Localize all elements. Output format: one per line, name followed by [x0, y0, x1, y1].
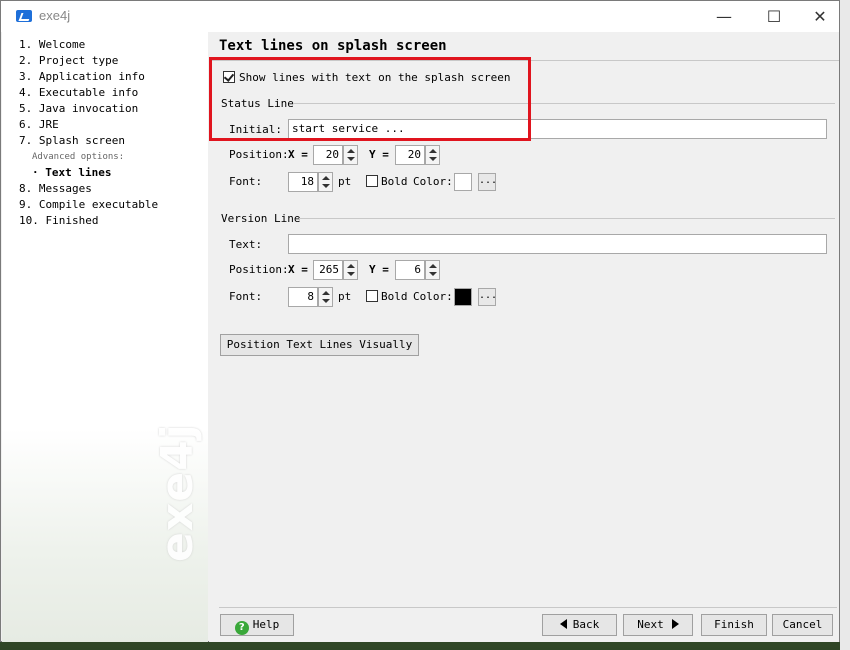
next-label: Next: [637, 618, 664, 631]
help-icon: ?: [234, 621, 249, 635]
finish-button[interactable]: Finish: [701, 614, 767, 636]
step-executable-info[interactable]: 4. Executable info: [19, 86, 138, 99]
version-color-chooser-button[interactable]: ...: [478, 288, 497, 306]
step-project-type[interactable]: 2. Project type: [19, 54, 118, 67]
version-text-input[interactable]: [288, 234, 827, 254]
spinner-arrows-icon[interactable]: [425, 260, 440, 280]
exe4j-window: exe4j — ☐ ✕ 1. Welcome 2. Project type 3…: [0, 0, 840, 642]
back-label: Back: [572, 618, 600, 631]
version-color-label: Color:: [413, 290, 453, 303]
status-bold-label: Bold: [381, 175, 408, 188]
step-splash-screen[interactable]: 7. Splash screen: [19, 134, 125, 147]
wizard-steps-sidebar: 1. Welcome 2. Project type 3. Applicatio…: [2, 32, 208, 642]
version-color-swatch[interactable]: [454, 288, 472, 306]
cancel-button[interactable]: Cancel: [772, 614, 833, 636]
step-java-invocation[interactable]: 5. Java invocation: [19, 102, 138, 115]
version-font-label: Font:: [229, 290, 263, 303]
next-button[interactable]: Next: [623, 614, 693, 636]
highlight-annotation: [209, 57, 531, 141]
version-x-value[interactable]: 265: [313, 260, 343, 280]
version-line-divider: [299, 218, 835, 219]
help-label: Help: [252, 618, 280, 631]
back-button[interactable]: Back: [542, 614, 617, 636]
step-jre[interactable]: 6. JRE: [19, 118, 59, 131]
close-icon[interactable]: ✕: [797, 1, 843, 32]
spinner-arrows-icon[interactable]: [318, 172, 333, 192]
footer-divider: [219, 607, 837, 608]
version-line-group-label: Version Line: [221, 212, 301, 225]
status-font-size-value[interactable]: 18: [288, 172, 318, 192]
version-y-value[interactable]: 6: [395, 260, 425, 280]
spinner-arrows-icon[interactable]: [343, 145, 358, 165]
status-pt-label: pt: [338, 175, 352, 188]
status-position-label: Position:: [229, 148, 289, 161]
step-application-info[interactable]: 3. Application info: [19, 70, 145, 83]
version-bold-checkbox[interactable]: [366, 290, 378, 302]
status-color-swatch[interactable]: [454, 173, 472, 191]
step-finished[interactable]: 10. Finished: [19, 214, 98, 227]
exe4j-watermark: exe4j: [152, 423, 203, 562]
background-window-edge: [840, 0, 850, 650]
position-text-lines-visually-button[interactable]: Position Text Lines Visually: [220, 334, 419, 356]
version-bold-label: Bold: [381, 290, 408, 303]
spinner-arrows-icon[interactable]: [343, 260, 358, 280]
status-color-label: Color:: [413, 175, 453, 188]
page-title: Text lines on splash screen: [219, 38, 447, 54]
version-position-label: Position:: [229, 263, 289, 276]
step-messages[interactable]: 8. Messages: [19, 182, 92, 195]
next-arrow-icon: [671, 619, 679, 629]
window-title: exe4j: [39, 8, 71, 23]
status-font-label: Font:: [229, 175, 263, 188]
spinner-arrows-icon[interactable]: [318, 287, 333, 307]
version-y-label: Y =: [369, 263, 389, 276]
status-bold-checkbox[interactable]: [366, 175, 378, 187]
step-compile-executable[interactable]: 9. Compile executable: [19, 198, 158, 211]
version-text-label: Text:: [229, 238, 263, 251]
maximize-icon[interactable]: ☐: [751, 1, 797, 32]
status-x-value[interactable]: 20: [313, 145, 343, 165]
help-button[interactable]: ? Help: [220, 614, 294, 636]
spinner-arrows-icon[interactable]: [425, 145, 440, 165]
status-y-label: Y =: [369, 148, 389, 161]
version-x-label: X =: [288, 263, 308, 276]
title-bar: exe4j — ☐ ✕: [1, 1, 839, 32]
version-font-size-value[interactable]: 8: [288, 287, 318, 307]
status-y-value[interactable]: 20: [395, 145, 425, 165]
version-pt-label: pt: [338, 290, 352, 303]
minimize-icon[interactable]: —: [701, 1, 747, 32]
exe4j-app-icon: [16, 10, 32, 22]
advanced-options-label: Advanced options:: [32, 152, 125, 162]
back-arrow-icon: [559, 619, 567, 629]
status-x-label: X =: [288, 148, 308, 161]
step-welcome[interactable]: 1. Welcome: [19, 38, 85, 51]
step-text-lines[interactable]: · Text lines: [32, 166, 111, 179]
status-color-chooser-button[interactable]: ...: [478, 173, 497, 191]
